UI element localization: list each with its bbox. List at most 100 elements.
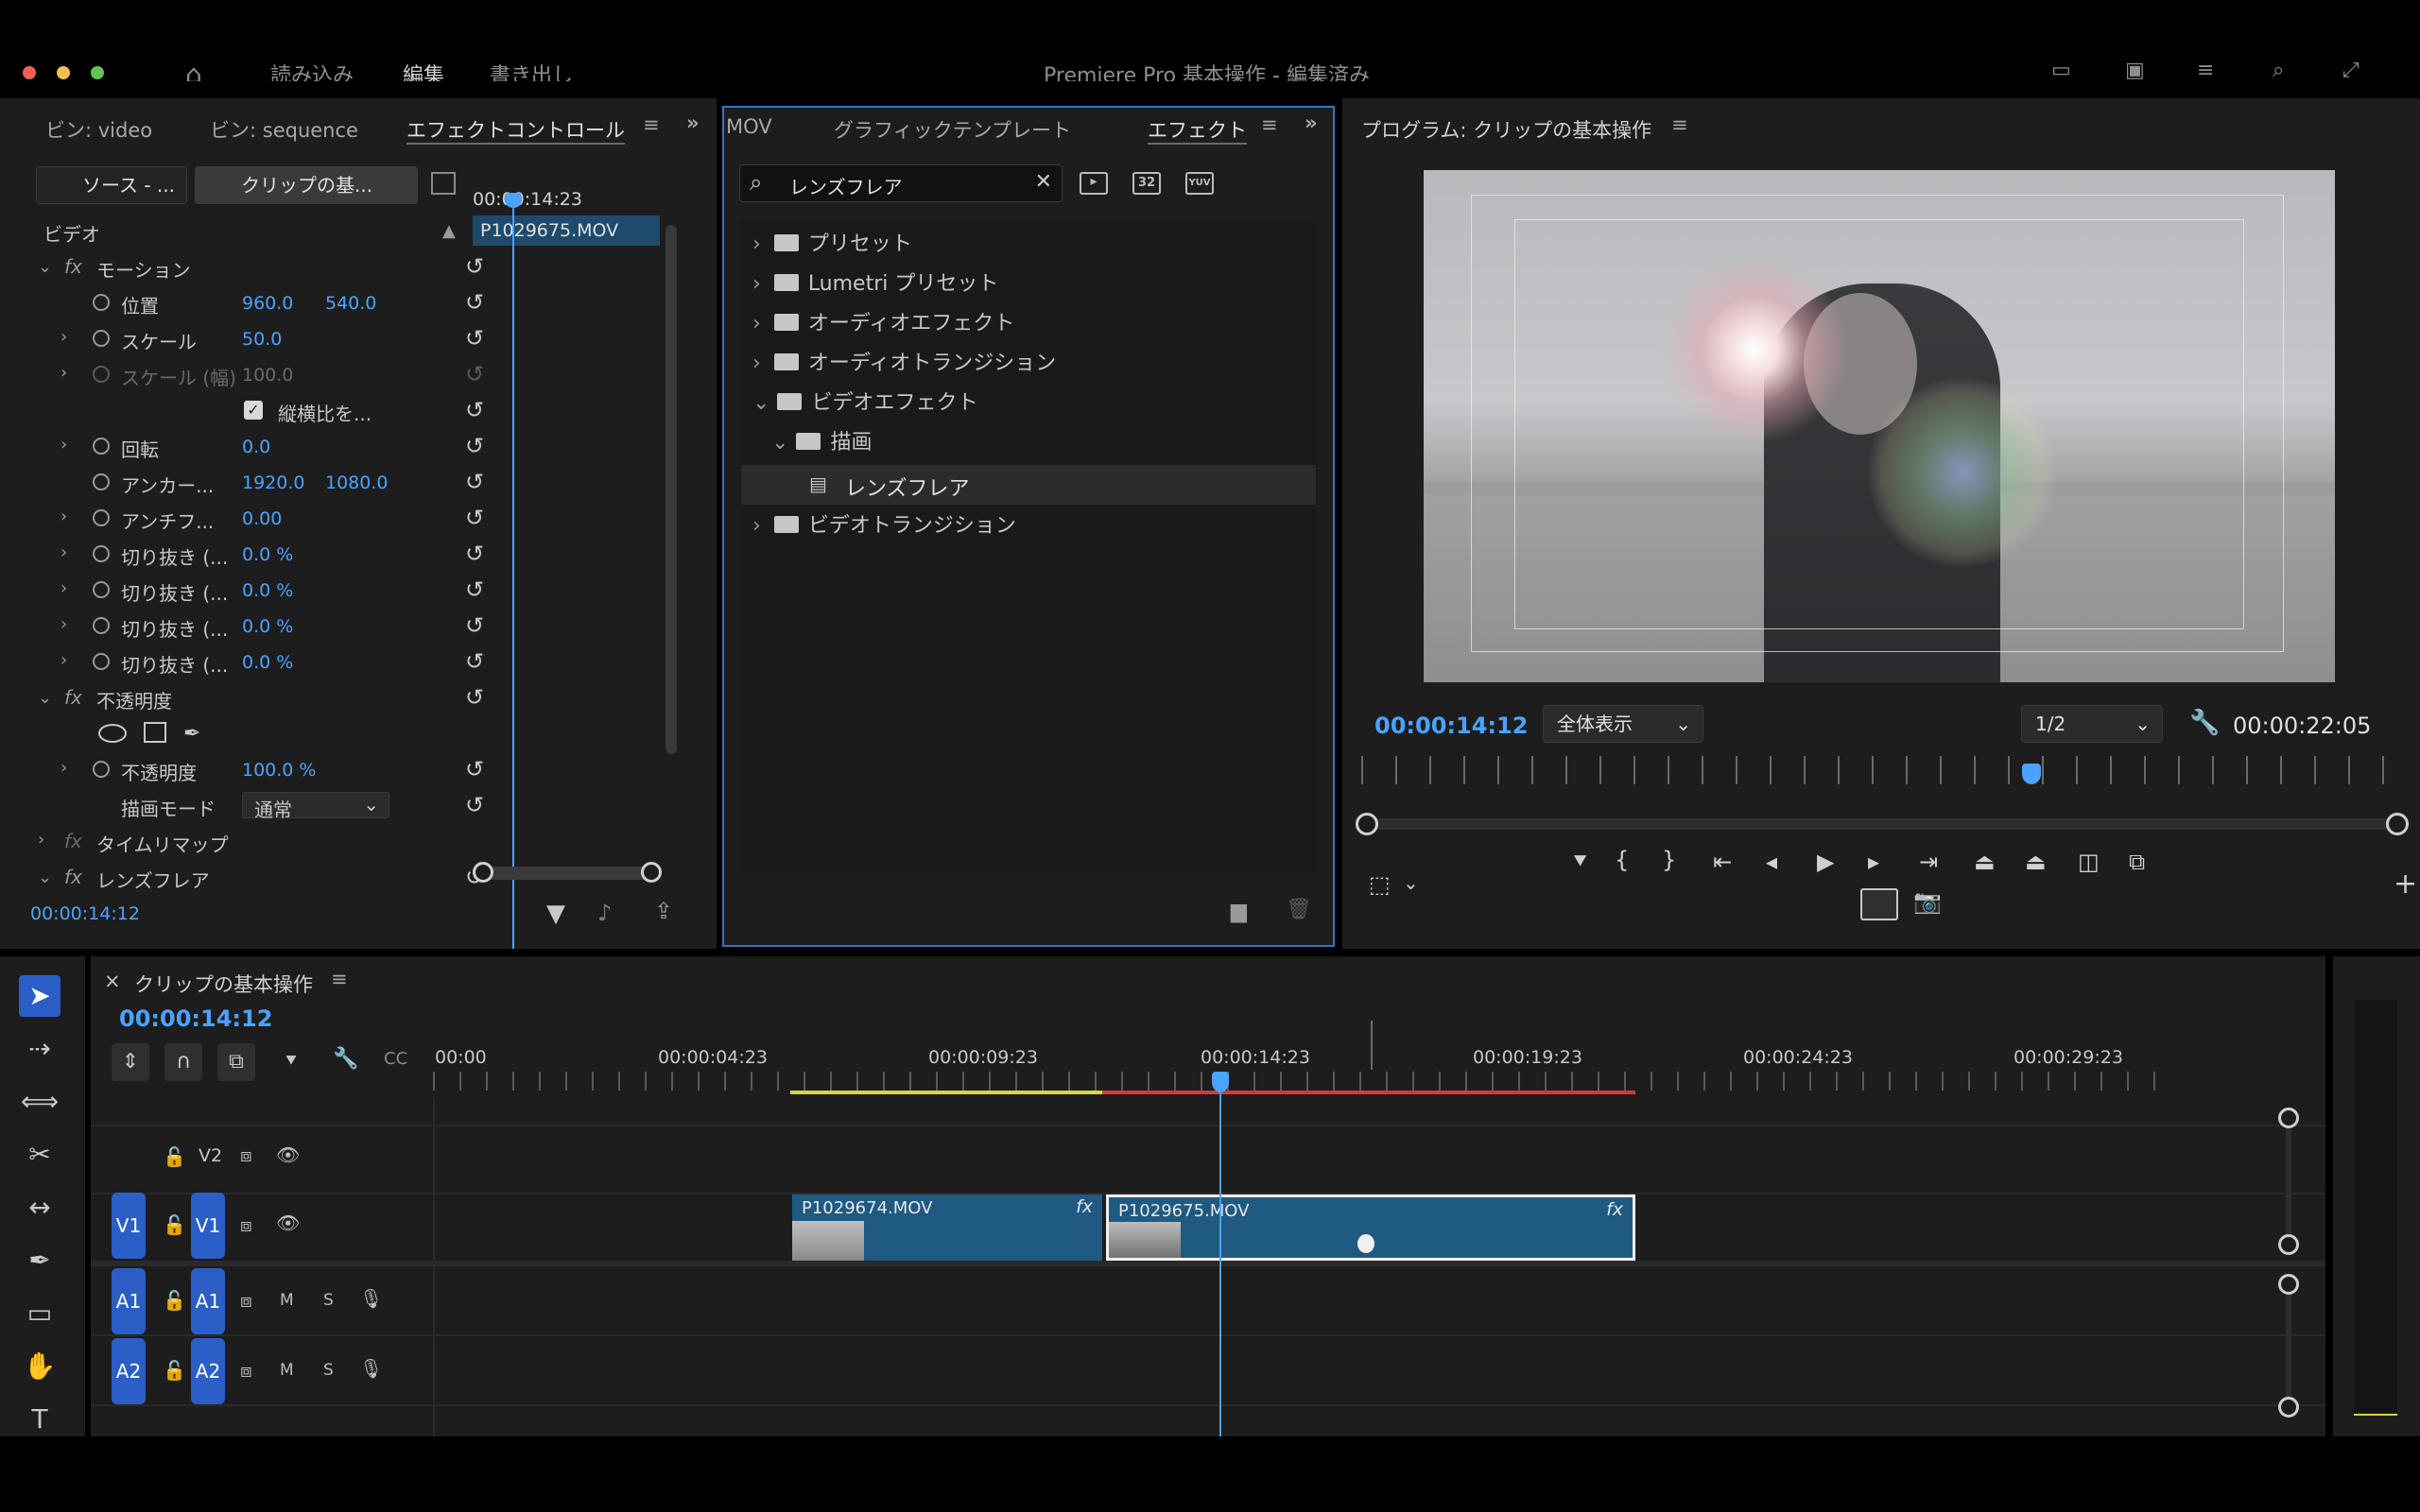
audio-scroll-handle-bottom[interactable] (2278, 1397, 2299, 1418)
fullscreen-icon[interactable]: ⤢ (2342, 59, 2360, 81)
accelerated-effects-icon[interactable]: ▸ (1080, 172, 1108, 195)
selection-tool-icon[interactable]: ➤ (19, 975, 60, 1017)
step-forward-icon[interactable]: ▸ (1868, 849, 1879, 875)
button-editor-icon[interactable]: + (2394, 868, 2417, 901)
stopwatch-icon[interactable] (93, 581, 110, 598)
effect-controls-scrollbar[interactable] (666, 225, 677, 754)
program-current-timecode[interactable]: 00:00:14:12 (1374, 713, 1528, 739)
source-patch-v1[interactable]: V1 (112, 1193, 146, 1259)
panel-menu-icon[interactable]: ≡ (1671, 113, 1688, 136)
disclosure-open-icon[interactable]: ⌄ (38, 257, 52, 277)
reset-icon[interactable]: ↺ (465, 612, 484, 639)
hand-tool-icon[interactable]: ✋ (19, 1346, 60, 1387)
add-marker-icon[interactable]: ⯆ (284, 1049, 299, 1072)
reset-icon[interactable]: ↺ (465, 792, 484, 818)
mini-ruler[interactable] (1361, 756, 2411, 784)
program-zoom-bar[interactable] (1367, 818, 2397, 830)
lock-icon[interactable]: 🔓 (163, 1289, 186, 1312)
disclosure-closed-icon[interactable]: › (38, 830, 44, 850)
video-scroll-handle-bottom[interactable] (2278, 1234, 2299, 1255)
new-bin-icon[interactable]: ▆ (1231, 900, 1247, 923)
stopwatch-icon[interactable] (93, 545, 110, 562)
more-tabs-icon[interactable]: » (686, 112, 700, 134)
pen-mask-icon[interactable]: ✒ (183, 722, 200, 746)
stopwatch-icon[interactable] (93, 761, 110, 778)
timeline-playhead[interactable] (1219, 1074, 1221, 1436)
reset-icon[interactable]: ↺ (465, 397, 484, 423)
reset-icon[interactable]: ↺ (465, 541, 484, 567)
reset-icon[interactable]: ↺ (465, 684, 484, 711)
disclosure-closed-icon[interactable]: › (60, 650, 67, 670)
effects-search-input[interactable]: ⌕ レンズフレア ✕ (739, 164, 1063, 202)
add-marker-icon[interactable]: ⯆ (1571, 849, 1589, 875)
tree-item-audio-effects[interactable]: › オーディオエフェクト (752, 306, 1014, 346)
video-preview[interactable] (1424, 170, 2335, 682)
panel-menu-icon[interactable]: ≡ (331, 968, 348, 990)
reset-icon[interactable]: ↺ (465, 253, 484, 280)
video-scroll-handle-top[interactable] (2278, 1108, 2299, 1128)
rotation-value[interactable]: 0.0 (242, 437, 270, 457)
linked-selection-icon[interactable]: ⧉ (217, 1043, 255, 1081)
source-patch-a2[interactable]: A2 (112, 1338, 146, 1404)
mini-playhead-handle[interactable] (505, 193, 522, 208)
disclosure-open-icon[interactable]: ⌄ (38, 868, 52, 887)
close-tab-icon[interactable]: × (104, 970, 121, 992)
zoom-handle-right[interactable] (641, 862, 662, 883)
toggle-proxies-icon[interactable] (1860, 888, 1898, 920)
reset-icon[interactable]: ↺ (465, 325, 484, 352)
collapse-up-icon[interactable]: ▲ (442, 221, 456, 241)
reset-icon[interactable]: ↺ (465, 505, 484, 531)
quick-export-icon[interactable]: ▣ (2125, 59, 2145, 81)
tree-item-presets[interactable]: › プリセット (752, 227, 912, 266)
lift-icon[interactable]: ⏏ (1974, 849, 1996, 875)
panel-menu-icon[interactable]: ≡ (1261, 113, 1278, 136)
camera-icon[interactable]: 📷 (1913, 888, 1942, 915)
go-to-in-icon[interactable]: ⇤ (1713, 849, 1732, 875)
opacity-value[interactable]: 100.0 % (242, 760, 317, 781)
lens-flare-row[interactable]: ⌄ fx レンズフレア ↺ (34, 860, 484, 894)
lock-icon[interactable]: 🔓 (163, 1359, 186, 1382)
search-icon[interactable]: ⌕ (2273, 59, 2284, 81)
sequence-tab[interactable]: クリップの基本操作 (134, 970, 313, 998)
tab-bin-video[interactable]: ビン: video (45, 115, 152, 144)
audio-scrollbar[interactable] (2286, 1283, 2291, 1410)
stopwatch-icon[interactable] (93, 438, 110, 455)
clip-dropdown[interactable]: クリップの基... (195, 166, 418, 204)
stopwatch-icon[interactable] (93, 653, 110, 670)
insert-nest-icon[interactable]: ⇕ (112, 1043, 149, 1081)
filter-icon[interactable]: ▼ (546, 900, 565, 928)
disclosure-closed-icon[interactable]: › (60, 435, 67, 455)
zoom-scrollbar[interactable] (480, 867, 650, 880)
tab-effect-controls[interactable]: エフェクトコントロール (406, 115, 625, 144)
solo-button[interactable]: S (323, 1361, 334, 1380)
stopwatch-icon[interactable] (93, 617, 110, 634)
source-patch-a1[interactable]: A1 (112, 1268, 146, 1334)
program-zoom-handle-right[interactable] (2386, 813, 2409, 835)
crop-value[interactable]: 0.0 % (242, 616, 293, 637)
ripple-edit-tool-icon[interactable]: ⟺ (19, 1081, 60, 1123)
scale-value[interactable]: 50.0 (242, 329, 282, 350)
tree-item-generate[interactable]: ⌄ 描画 (771, 425, 872, 465)
disclosure-closed-icon[interactable]: › (60, 542, 67, 562)
razor-tool-icon[interactable]: ✂ (19, 1134, 60, 1176)
program-zoom-handle-left[interactable] (1356, 813, 1378, 835)
stopwatch-icon[interactable] (93, 330, 110, 347)
fit-dropdown[interactable]: 全体表示 ⌄ (1543, 705, 1703, 743)
reset-icon[interactable]: ↺ (465, 576, 484, 603)
disclosure-closed-icon[interactable]: › (60, 758, 67, 778)
tab-graphic-templates[interactable]: グラフィックテンプレート (834, 115, 1071, 144)
toggle-timeline-icon[interactable] (431, 172, 456, 195)
position-x-value[interactable]: 960.0 (242, 293, 293, 314)
eye-icon[interactable]: 👁 (276, 1143, 300, 1166)
yuv-effects-icon[interactable]: YUV (1185, 172, 1214, 195)
reset-icon[interactable]: ↺ (465, 648, 484, 675)
disclosure-closed-icon[interactable]: › (60, 507, 67, 526)
mini-playhead[interactable] (512, 202, 514, 949)
play-audio-icon[interactable]: ♪ (597, 900, 612, 926)
source-dropdown[interactable]: ソース - ... (36, 166, 187, 204)
position-y-value[interactable]: 540.0 (325, 293, 376, 314)
panel-menu-icon[interactable]: ≡ (643, 113, 660, 136)
mark-in-icon[interactable]: { (1615, 847, 1629, 873)
mute-button[interactable]: M (280, 1291, 294, 1310)
extract-icon[interactable]: ⏏ (2025, 849, 2047, 875)
